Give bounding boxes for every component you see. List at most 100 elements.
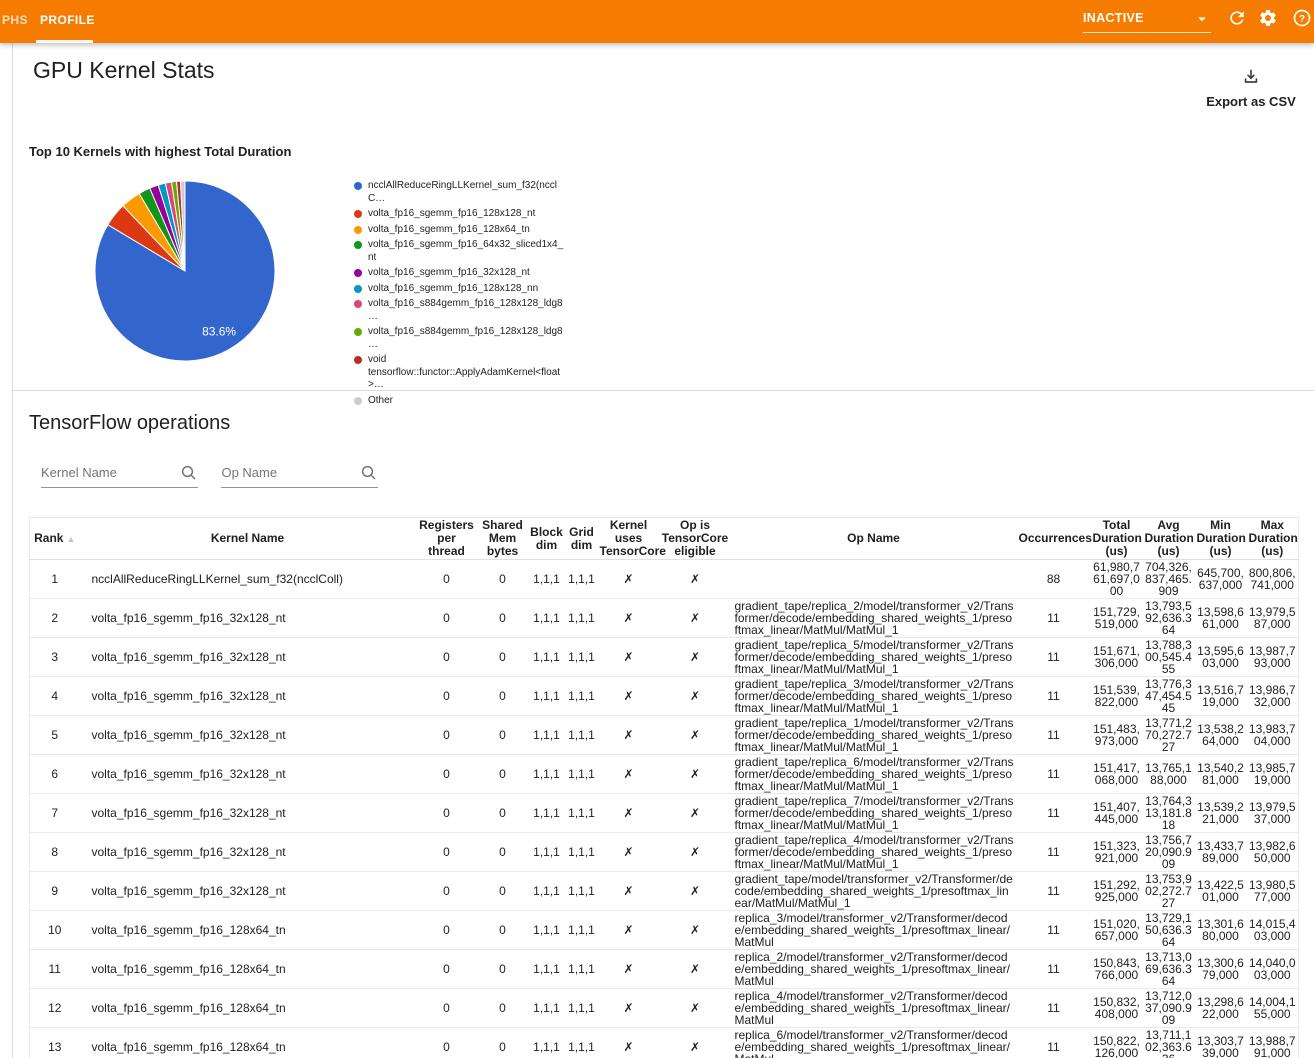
- cell-total-duration: 151,292,925,000: [1091, 872, 1143, 911]
- cell-kernel-name: volta_fp16_sgemm_fp16_32x128_nt: [80, 755, 416, 794]
- column-header-shared-mem-bytes[interactable]: Shared Mem bytes: [478, 518, 528, 560]
- cell-kernel-name: volta_fp16_sgemm_fp16_32x128_nt: [80, 716, 416, 755]
- cell-rank: 6: [30, 755, 80, 794]
- cell-registers-per-thread: 0: [416, 716, 478, 755]
- cell-op-is-tensorcore-eligible: ✗: [660, 833, 731, 872]
- cell-min-duration: 13,539,221,000: [1195, 794, 1247, 833]
- column-header-total-duration[interactable]: Total Duration (us): [1091, 518, 1143, 560]
- kernel-name-input[interactable]: [41, 457, 198, 488]
- legend-swatch: [354, 397, 362, 405]
- column-header-kernel-name[interactable]: Kernel Name: [80, 518, 416, 560]
- cell-avg-duration: 13,713,069,636.364: [1143, 950, 1195, 989]
- cell-occurrences: 11: [1017, 716, 1091, 755]
- cell-op-name: gradient_tape/replica_1/model/transforme…: [731, 716, 1017, 755]
- cell-rank: 5: [30, 716, 80, 755]
- column-header-op-name[interactable]: Op Name: [731, 518, 1017, 560]
- cell-kernel-uses-tensorcore: ✗: [598, 950, 660, 989]
- cell-kernel-name: ncclAllReduceRingLLKernel_sum_f32(ncclCo…: [80, 560, 416, 599]
- export-csv-label: Export as CSV: [1191, 94, 1311, 109]
- legend-item: volta_fp16_sgemm_fp16_128x64_tn: [354, 224, 604, 237]
- cell-op-name: replica_3/model/transformer_v2/Transform…: [731, 911, 1017, 950]
- legend-swatch: [354, 328, 362, 336]
- run-selector-value: INACTIVE: [1083, 11, 1144, 25]
- column-header-op-is-tensorcore-eligible[interactable]: Op is TensorCore eligible: [660, 518, 731, 560]
- table-row: 6volta_fp16_sgemm_fp16_32x128_nt001,1,11…: [30, 755, 1299, 794]
- table-row: 13volta_fp16_sgemm_fp16_128x64_tn001,1,1…: [30, 1028, 1299, 1058]
- column-header-max-duration[interactable]: Max Duration (us): [1247, 518, 1299, 560]
- cell-grid-dim: 1,1,1: [566, 911, 598, 950]
- legend-swatch: [354, 356, 362, 364]
- refresh-icon[interactable]: [1227, 8, 1247, 28]
- cell-shared-mem-bytes: 0: [478, 716, 528, 755]
- column-header-registers-per-thread[interactable]: Registers per thread: [416, 518, 478, 560]
- cell-rank: 11: [30, 950, 80, 989]
- legend-item: volta_fp16_s884gemm_fp16_128x128_ldg8…: [354, 326, 604, 351]
- cell-occurrences: 11: [1017, 677, 1091, 716]
- cell-block-dim: 1,1,1: [528, 872, 566, 911]
- cell-rank: 13: [30, 1028, 80, 1058]
- cell-kernel-uses-tensorcore: ✗: [598, 677, 660, 716]
- cell-shared-mem-bytes: 0: [478, 638, 528, 677]
- table-row: 1ncclAllReduceRingLLKernel_sum_f32(ncclC…: [30, 560, 1299, 599]
- cell-total-duration: 151,671,306,000: [1091, 638, 1143, 677]
- cell-avg-duration: 13,771,270,272.727: [1143, 716, 1195, 755]
- cell-total-duration: 151,323,921,000: [1091, 833, 1143, 872]
- column-header-avg-duration[interactable]: Avg Duration (us): [1143, 518, 1195, 560]
- cell-op-name: gradient_tape/replica_3/model/transforme…: [731, 677, 1017, 716]
- cell-total-duration: 150,832,408,000: [1091, 989, 1143, 1028]
- cell-grid-dim: 1,1,1: [566, 833, 598, 872]
- legend-label: ncclAllReduceRingLLKernel_sum_f32(ncclC…: [368, 180, 564, 205]
- column-header-grid-dim[interactable]: Grid dim: [566, 518, 598, 560]
- cell-op-is-tensorcore-eligible: ✗: [660, 599, 731, 638]
- cell-op-name: gradient_tape/replica_6/model/transforme…: [731, 755, 1017, 794]
- table-header-row: Rank▲Kernel NameRegisters per threadShar…: [30, 518, 1299, 560]
- cell-max-duration: 13,979,587,000: [1247, 599, 1299, 638]
- legend-item: Other: [354, 395, 604, 408]
- cell-op-name: replica_4/model/transformer_v2/Transform…: [731, 989, 1017, 1028]
- cell-registers-per-thread: 0: [416, 755, 478, 794]
- tab-profile[interactable]: PROFILE: [40, 13, 95, 27]
- kernel-duration-pie-chart[interactable]: 83.6%: [85, 171, 285, 371]
- cell-kernel-name: volta_fp16_sgemm_fp16_32x128_nt: [80, 677, 416, 716]
- run-selector-dropdown[interactable]: INACTIVE: [1083, 7, 1211, 33]
- cell-avg-duration: 13,765,188,000: [1143, 755, 1195, 794]
- legend-label: volta_fp16_sgemm_fp16_128x128_nt: [368, 208, 564, 221]
- export-csv-button[interactable]: Export as CSV: [1191, 67, 1311, 109]
- cell-min-duration: 13,422,501,000: [1195, 872, 1247, 911]
- cell-max-duration: 13,982,650,000: [1247, 833, 1299, 872]
- legend-label: volta_fp16_sgemm_fp16_64x32_sliced1x4_nt: [368, 239, 564, 264]
- svg-text:?: ?: [1299, 14, 1305, 25]
- legend-label: void tensorflow::functor::ApplyAdamKerne…: [368, 354, 564, 392]
- cell-registers-per-thread: 0: [416, 1028, 478, 1058]
- column-header-rank[interactable]: Rank▲: [30, 518, 80, 560]
- cell-rank: 3: [30, 638, 80, 677]
- column-header-block-dim[interactable]: Block dim: [528, 518, 566, 560]
- tab-graphs[interactable]: PHS: [2, 13, 28, 27]
- legend-label: volta_fp16_sgemm_fp16_32x128_nt: [368, 267, 564, 280]
- cell-shared-mem-bytes: 0: [478, 560, 528, 599]
- cell-kernel-uses-tensorcore: ✗: [598, 1028, 660, 1058]
- op-name-input[interactable]: [221, 457, 378, 488]
- cell-registers-per-thread: 0: [416, 950, 478, 989]
- settings-gear-icon[interactable]: [1258, 8, 1278, 28]
- column-header-occurrences[interactable]: Occurrences: [1017, 518, 1091, 560]
- cell-op-is-tensorcore-eligible: ✗: [660, 716, 731, 755]
- cell-kernel-name: volta_fp16_sgemm_fp16_32x128_nt: [80, 872, 416, 911]
- cell-registers-per-thread: 0: [416, 599, 478, 638]
- legend-swatch: [354, 300, 362, 308]
- help-icon[interactable]: ?: [1292, 8, 1312, 28]
- cell-block-dim: 1,1,1: [528, 794, 566, 833]
- cell-shared-mem-bytes: 0: [478, 989, 528, 1028]
- cell-min-duration: 13,540,281,000: [1195, 755, 1247, 794]
- cell-grid-dim: 1,1,1: [566, 794, 598, 833]
- top-app-bar: PHS PROFILE INACTIVE ?: [0, 0, 1314, 43]
- cell-kernel-name: volta_fp16_sgemm_fp16_128x64_tn: [80, 911, 416, 950]
- cell-op-name: gradient_tape/replica_4/model/transforme…: [731, 833, 1017, 872]
- cell-op-is-tensorcore-eligible: ✗: [660, 911, 731, 950]
- column-header-kernel-uses-tensorcore[interactable]: Kernel uses TensorCore: [598, 518, 660, 560]
- cell-max-duration: 13,983,704,000: [1247, 716, 1299, 755]
- cell-grid-dim: 1,1,1: [566, 950, 598, 989]
- column-header-min-duration[interactable]: Min Duration (us): [1195, 518, 1247, 560]
- pie-slice-label: 83.6%: [202, 324, 236, 338]
- cell-op-is-tensorcore-eligible: ✗: [660, 1028, 731, 1058]
